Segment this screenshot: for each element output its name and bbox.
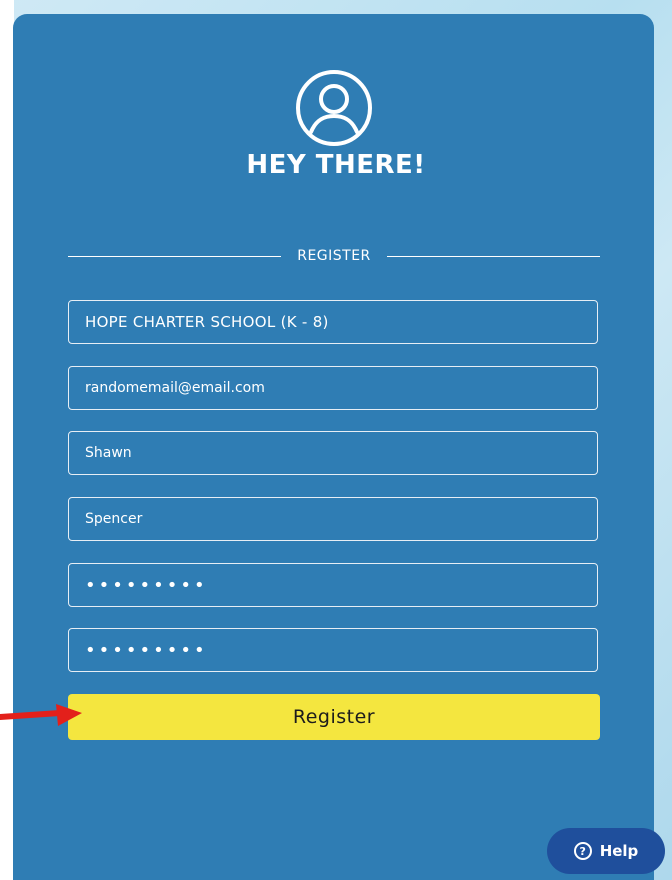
password-field[interactable]: ••••••••• bbox=[68, 563, 598, 607]
register-button-label: Register bbox=[292, 706, 376, 728]
school-field-value: HOPE CHARTER SCHOOL (K - 8) bbox=[85, 313, 329, 331]
email-field[interactable]: randomemail@email.com bbox=[68, 366, 598, 410]
password-field-value: ••••••••• bbox=[85, 574, 208, 596]
confirm-password-field-value: ••••••••• bbox=[85, 639, 208, 661]
divider-line-left bbox=[68, 255, 282, 257]
first-name-field[interactable]: Shawn bbox=[68, 431, 598, 475]
page-margin bbox=[0, 0, 14, 880]
email-field-value: randomemail@email.com bbox=[85, 380, 265, 396]
question-circle-icon: ? bbox=[573, 842, 592, 860]
divider-line-right bbox=[386, 255, 600, 257]
help-button-label: Help bbox=[599, 842, 639, 860]
help-button[interactable]: ? Help bbox=[547, 828, 665, 874]
last-name-field-value: Spencer bbox=[85, 511, 143, 527]
page-title: HEY THERE! bbox=[246, 150, 426, 180]
school-field[interactable]: HOPE CHARTER SCHOOL (K - 8) bbox=[68, 300, 598, 344]
divider-label: REGISTER bbox=[297, 248, 371, 264]
first-name-field-value: Shawn bbox=[85, 445, 132, 461]
register-divider: REGISTER bbox=[68, 245, 600, 267]
red-arrow-icon bbox=[0, 704, 82, 726]
register-button[interactable]: Register bbox=[68, 694, 600, 740]
confirm-password-field[interactable]: ••••••••• bbox=[68, 628, 598, 672]
user-circle-icon bbox=[296, 70, 372, 146]
last-name-field[interactable]: Spencer bbox=[68, 497, 598, 541]
